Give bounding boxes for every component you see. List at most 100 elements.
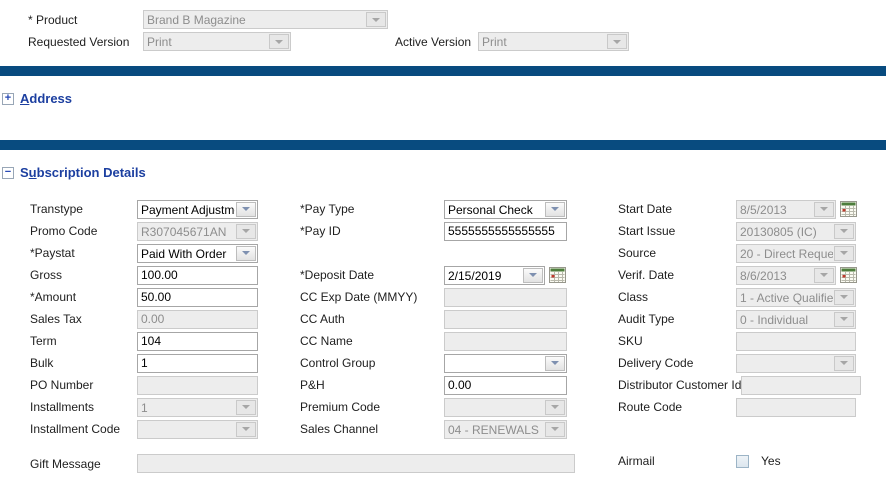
calendar-icon[interactable] [840, 201, 857, 217]
gift-message-label: Gift Message [30, 457, 137, 471]
subscription-title-pre: S [20, 165, 29, 180]
field-row: *Pay Type Personal Check [300, 198, 572, 220]
field-row: Delivery Code [618, 352, 880, 374]
transtype-label: Transtype [30, 202, 137, 216]
product-value: Brand B Magazine [144, 11, 365, 28]
field-row: *Amount [30, 286, 262, 308]
cc-name-label: CC Name [300, 334, 444, 348]
distributor-customer-id-input [741, 376, 861, 395]
source-label: Source [618, 246, 736, 260]
active-version-select: Print [478, 32, 629, 51]
expand-plus-icon[interactable]: + [2, 93, 14, 105]
chevron-down-icon [814, 268, 834, 283]
field-row: Term [30, 330, 262, 352]
chevron-down-icon [545, 422, 565, 437]
chevron-down-icon[interactable] [545, 202, 565, 217]
form-column-1: Transtype Payment Adjustment Promo Code … [30, 198, 262, 440]
control-group-select[interactable] [444, 354, 567, 373]
calendar-icon[interactable] [840, 267, 857, 283]
field-row: Installments 1 [30, 396, 262, 418]
pay-type-select[interactable]: Personal Check [444, 200, 567, 219]
transtype-select[interactable]: Payment Adjustment [137, 200, 258, 219]
bulk-label: Bulk [30, 356, 137, 370]
ph-label: P&H [300, 378, 444, 392]
ph-input[interactable] [444, 376, 567, 395]
subscription-title-accesskey: u [29, 165, 37, 180]
installment-code-select [137, 420, 258, 439]
address-title-accesskey: A [20, 91, 29, 106]
field-row: *Paystat Paid With Order [30, 242, 262, 264]
bulk-input[interactable] [137, 354, 258, 373]
field-row: Route Code [618, 396, 880, 418]
chevron-down-icon [236, 400, 256, 415]
premium-code-value [445, 399, 544, 416]
paystat-select[interactable]: Paid With Order [137, 244, 258, 263]
field-row: Control Group [300, 352, 572, 374]
field-row: *Pay ID [300, 220, 572, 242]
pay-id-label: *Pay ID [300, 224, 444, 238]
field-row: Promo Code R307045671AN [30, 220, 262, 242]
class-select: 1 - Active Qualified [736, 288, 856, 307]
gross-input[interactable] [137, 266, 258, 285]
spacer-row [300, 242, 572, 264]
field-row: *Deposit Date 2/15/2019 [300, 264, 572, 286]
field-row: Transtype Payment Adjustment [30, 198, 262, 220]
pay-type-label: *Pay Type [300, 202, 444, 216]
term-input[interactable] [137, 332, 258, 351]
chevron-down-icon [834, 290, 854, 305]
field-row: Installment Code [30, 418, 262, 440]
po-number-input [137, 376, 258, 395]
active-version-value: Print [479, 33, 606, 50]
address-section-title[interactable]: Address [20, 91, 72, 106]
chevron-down-icon [607, 34, 627, 49]
installment-code-label: Installment Code [30, 422, 137, 436]
product-label: * Product [28, 13, 77, 27]
route-code-label: Route Code [618, 400, 736, 414]
subscription-form-screen: * Product Brand B Magazine Requested Ver… [0, 0, 886, 485]
control-group-label: Control Group [300, 356, 444, 370]
sales-tax-input [137, 310, 258, 329]
field-row: Sales Channel 04 - RENEWALS [300, 418, 572, 440]
sales-channel-label: Sales Channel [300, 422, 444, 436]
field-row: Verif. Date 8/6/2013 [618, 264, 880, 286]
deposit-date-select[interactable]: 2/15/2019 [444, 266, 545, 285]
field-row: CC Name [300, 330, 572, 352]
address-section-header[interactable]: + Address [2, 91, 72, 106]
verif-date-value: 8/6/2013 [737, 267, 813, 284]
active-version-label: Active Version [395, 35, 471, 49]
pay-id-input[interactable] [444, 222, 567, 241]
collapse-minus-icon[interactable]: − [2, 167, 14, 179]
start-date-label: Start Date [618, 202, 736, 216]
calendar-icon[interactable] [549, 267, 566, 283]
field-row: Start Date 8/5/2013 [618, 198, 880, 220]
airmail-checkbox[interactable] [736, 455, 749, 468]
audit-type-label: Audit Type [618, 312, 736, 326]
subscription-details-section-title[interactable]: Subscription Details [20, 165, 146, 180]
class-value: 1 - Active Qualified [737, 289, 833, 306]
po-number-label: PO Number [30, 378, 137, 392]
chevron-down-icon [834, 246, 854, 261]
chevron-down-icon[interactable] [236, 246, 256, 261]
amount-input[interactable] [137, 288, 258, 307]
chevron-down-icon[interactable] [545, 356, 565, 371]
field-row: Gift Message [30, 454, 575, 473]
gross-label: Gross [30, 268, 137, 282]
chevron-down-icon[interactable] [236, 202, 256, 217]
verif-date-select: 8/6/2013 [736, 266, 836, 285]
chevron-down-icon [236, 224, 256, 239]
field-row: CC Exp Date (MMYY) [300, 286, 572, 308]
premium-code-label: Premium Code [300, 400, 444, 414]
subscription-details-section-header[interactable]: − Subscription Details [2, 165, 146, 180]
airmail-yes-label: Yes [761, 454, 781, 468]
audit-type-value: 0 - Individual [737, 311, 833, 328]
chevron-down-icon [366, 12, 386, 27]
paystat-value: Paid With Order [138, 245, 235, 262]
chevron-down-icon[interactable] [523, 268, 543, 283]
sales-tax-label: Sales Tax [30, 312, 137, 326]
transtype-value: Payment Adjustment [138, 201, 235, 218]
installments-value: 1 [138, 399, 235, 416]
field-row: Bulk [30, 352, 262, 374]
source-select: 20 - Direct Request [736, 244, 856, 263]
cc-auth-label: CC Auth [300, 312, 444, 326]
chevron-down-icon [834, 312, 854, 327]
